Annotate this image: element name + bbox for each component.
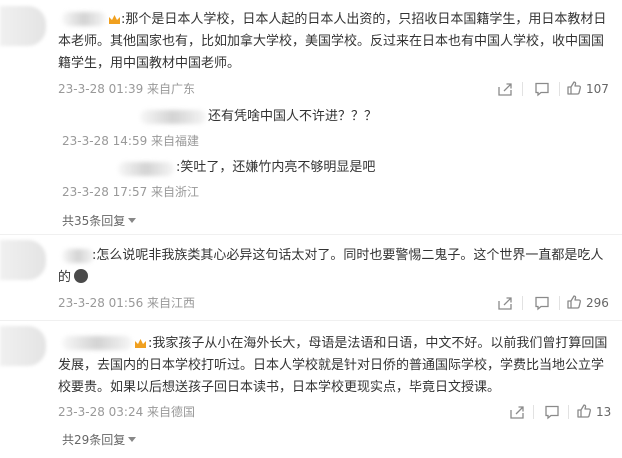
comment-meta: 23-3-28 01:39 来自广东 [58,82,196,96]
comment-icon[interactable] [534,295,550,311]
avatar[interactable] [0,6,46,46]
like-count: 13 [596,405,612,419]
like-icon[interactable] [566,80,582,96]
reply-meta: 23-3-28 14:59 来自福建 [62,134,200,148]
caret-down-icon [128,437,137,442]
reply-meta: 23-3-28 17:57 来自浙江 [62,185,200,199]
reply-text: 还有凭啥中国人不许进？？？ [208,109,378,124]
avatar[interactable] [0,326,46,366]
username-blurred[interactable] [140,110,206,124]
more-replies-link[interactable]: 共35条回复 [62,213,137,229]
share-icon[interactable] [497,81,513,97]
share-icon[interactable] [509,404,525,420]
more-replies-link[interactable]: 共29条回复 [62,432,137,448]
comment-text: :我家孩子从小在海外长大，母语是法语和日语，中文不好。以前我们曾打算回国发展，去… [58,336,608,395]
reply-text: :笑吐了，还嫌竹内亮不够明显是吧 [176,160,376,175]
caret-down-icon [128,218,137,223]
comment-icon[interactable] [544,404,560,420]
like-count: 296 [586,296,609,310]
avatar[interactable] [0,240,46,280]
emoji-icon [74,269,89,283]
comment-text: :怎么说呢非我族类其心必异这句话太对了。同时也要警惕二鬼子。这个世界一直都是吃人… [58,248,604,285]
share-icon[interactable] [497,295,513,311]
username-blurred[interactable] [118,162,174,176]
comment-text: :那个是日本人学校，日本人起的日本人出资的，只招收日本国籍学生，用日本教材日本老… [58,12,607,71]
comment-meta: 23-3-28 03:24 来自德国 [58,405,196,419]
like-icon[interactable] [566,294,582,310]
comment-meta: 23-3-28 01:56 来自江西 [58,296,196,310]
like-icon[interactable] [576,403,592,419]
like-count: 107 [586,82,609,96]
comment-icon[interactable] [534,81,550,97]
